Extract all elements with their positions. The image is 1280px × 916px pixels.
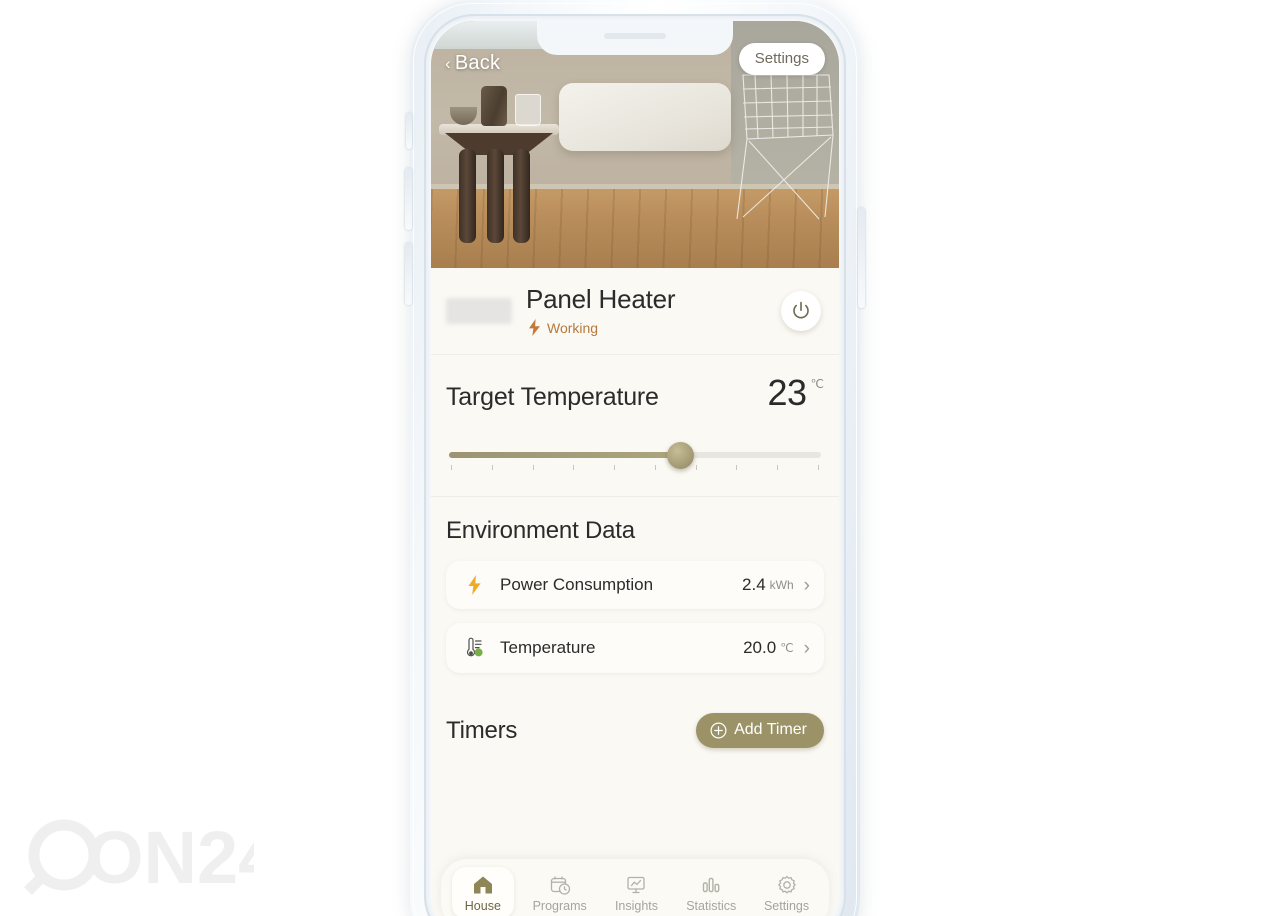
target-temperature-value-group: 23 ℃ xyxy=(767,375,824,411)
calendar-clock-icon xyxy=(550,876,570,895)
device-text-block: Panel Heater Working xyxy=(526,284,781,337)
hardware-power-button[interactable] xyxy=(858,208,865,308)
environment-data-section: Environment Data Power Consumption 2.4 k… xyxy=(431,497,839,695)
notch-speaker xyxy=(604,33,666,39)
slider-tick xyxy=(532,465,534,471)
panel-heater-product-image xyxy=(559,83,731,151)
side-table-leg xyxy=(487,149,504,243)
add-timer-button[interactable]: Add Timer xyxy=(696,713,824,749)
target-temperature-label: Target Temperature xyxy=(446,383,659,412)
nav-item-house[interactable]: House xyxy=(451,867,514,916)
nav-item-label: Programs xyxy=(532,899,587,913)
power-button[interactable] xyxy=(781,290,821,331)
phone-notch xyxy=(537,21,733,55)
phone-screen: ‹ Back Settings Panel Heater Working Tar… xyxy=(431,21,839,916)
device-status-label: Working xyxy=(547,319,599,336)
target-temperature-row: Target Temperature 23 ℃ xyxy=(446,375,824,412)
environment-item-value: 2.4 xyxy=(742,575,766,595)
lightning-bolt-icon xyxy=(529,319,540,337)
bottom-navigation: House Programs Insights Statistics Setti… xyxy=(441,859,829,916)
plus-circle-icon xyxy=(710,722,727,739)
target-temperature-unit: ℃ xyxy=(810,377,824,392)
slider-tick xyxy=(614,465,616,471)
decor-glass xyxy=(515,94,541,126)
back-button[interactable]: ‹ Back xyxy=(445,52,500,75)
side-table-leg xyxy=(513,149,530,243)
environment-item-unit: kWh xyxy=(769,578,794,593)
volume-down-button[interactable] xyxy=(405,243,412,305)
chevron-right-icon: › xyxy=(803,574,810,596)
volume-up-button[interactable] xyxy=(405,168,412,230)
environment-data-title: Environment Data xyxy=(446,517,635,545)
timers-section: Timers Add Timer xyxy=(431,695,839,762)
target-temperature-slider[interactable] xyxy=(449,442,821,474)
gear-icon xyxy=(777,875,796,894)
environment-item-label: Temperature xyxy=(500,638,596,658)
slider-ticks xyxy=(449,465,821,471)
chevron-left-icon: ‹ xyxy=(445,54,451,73)
timers-title: Timers xyxy=(446,716,518,744)
environment-item-label: Power Consumption xyxy=(500,575,654,595)
slider-fill xyxy=(449,452,680,459)
nav-item-statistics[interactable]: Statistics xyxy=(677,867,745,916)
slider-tick xyxy=(451,465,452,471)
back-button-label: Back xyxy=(454,52,501,74)
house-icon xyxy=(473,876,492,894)
target-temperature-section: Target Temperature 23 ℃ xyxy=(431,355,839,496)
presentation-chart-icon xyxy=(627,876,646,894)
watermark-text: ON24 xyxy=(86,816,254,899)
bar-chart-icon xyxy=(703,877,720,893)
nav-item-settings[interactable]: Settings xyxy=(755,867,818,916)
add-timer-label: Add Timer xyxy=(734,721,807,739)
nav-item-label: Statistics xyxy=(686,899,737,913)
slider-tick xyxy=(777,465,779,471)
wire-chair xyxy=(736,74,834,220)
hero-settings-button[interactable]: Settings xyxy=(738,43,825,75)
nav-item-programs[interactable]: Programs xyxy=(524,867,596,916)
phone-frame: ‹ Back Settings Panel Heater Working Tar… xyxy=(410,0,860,916)
silent-switch-button[interactable] xyxy=(406,113,412,149)
device-status: Working xyxy=(526,319,781,337)
slider-tick xyxy=(654,465,656,471)
power-icon xyxy=(793,301,809,319)
device-header: Panel Heater Working xyxy=(431,268,839,354)
environment-item-unit: ℃ xyxy=(780,641,794,656)
on24-watermark: ON24 xyxy=(14,811,279,906)
slider-tick xyxy=(491,465,493,471)
environment-item-value: 20.0 xyxy=(743,638,777,658)
environment-item-temperature[interactable]: Temperature 20.0 ℃ › xyxy=(446,623,824,674)
hero-image: ‹ Back Settings xyxy=(431,21,839,268)
side-table-leg xyxy=(459,149,476,243)
device-name: Panel Heater xyxy=(526,284,676,314)
content-area: Panel Heater Working Target Temperature … xyxy=(431,268,839,763)
chevron-right-icon: › xyxy=(803,637,810,659)
nav-item-label: Insights xyxy=(614,899,659,913)
target-temperature-value: 23 xyxy=(767,372,807,414)
thermometer-icon xyxy=(462,637,486,659)
nav-item-label: House xyxy=(464,899,501,913)
slider-tick xyxy=(695,465,697,471)
lightning-bolt-icon xyxy=(462,575,486,596)
environment-item-power-consumption[interactable]: Power Consumption 2.4 kWh › xyxy=(446,561,824,610)
decor-vase xyxy=(481,86,507,126)
nav-item-label: Settings xyxy=(763,899,810,913)
slider-tick xyxy=(573,465,575,471)
slider-tick xyxy=(736,465,738,471)
brand-logo-blurred xyxy=(446,297,512,324)
slider-tick xyxy=(817,465,819,471)
nav-item-insights[interactable]: Insights xyxy=(605,867,667,916)
